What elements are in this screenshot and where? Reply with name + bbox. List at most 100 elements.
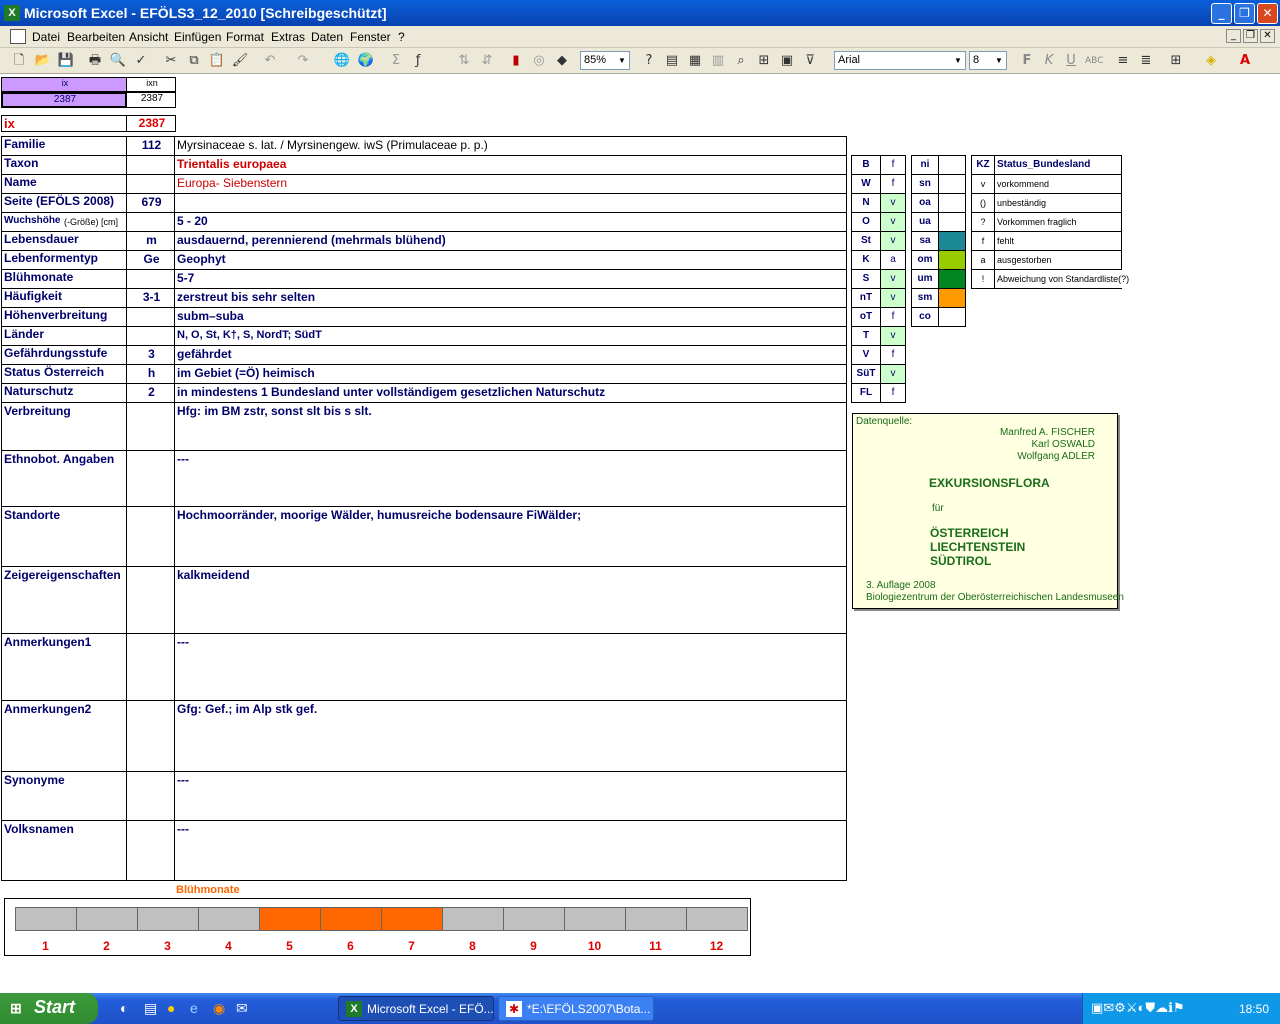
undo-icon[interactable]: ↶ bbox=[261, 52, 279, 70]
print-preview-icon[interactable]: 🔍 bbox=[109, 52, 127, 70]
field-label[interactable]: Blühmonate bbox=[1, 269, 127, 289]
restore-button[interactable]: ❐ bbox=[1234, 3, 1255, 24]
field-value[interactable]: 5-7 bbox=[174, 269, 847, 289]
field-label[interactable]: Häufigkeit bbox=[1, 288, 127, 308]
state-status[interactable]: f bbox=[880, 345, 906, 365]
spelling-icon[interactable]: ✓ bbox=[132, 52, 150, 70]
save-icon[interactable]: 💾 bbox=[57, 52, 75, 70]
field-label[interactable]: Synonyme bbox=[1, 771, 127, 821]
field-code[interactable]: 2 bbox=[126, 383, 175, 403]
field-code[interactable] bbox=[126, 326, 175, 346]
toolbar-icon-5[interactable]: ▣ bbox=[778, 52, 796, 70]
underline-icon[interactable]: U bbox=[1062, 52, 1080, 70]
function-icon[interactable]: ƒ bbox=[409, 52, 427, 70]
hyperlink-icon[interactable]: 🌐 bbox=[333, 52, 351, 70]
quicklaunch-icon-4[interactable]: ✉ bbox=[236, 1000, 248, 1017]
field-value[interactable]: kalkmeidend bbox=[174, 566, 847, 634]
state-status[interactable]: v bbox=[880, 288, 906, 308]
field-label[interactable]: Lebenformentyp bbox=[1, 250, 127, 270]
menu-daten[interactable]: Daten bbox=[311, 30, 343, 44]
zone-code[interactable]: um bbox=[911, 269, 939, 289]
field-code[interactable]: Ge bbox=[126, 250, 175, 270]
format-painter-icon[interactable]: 🖌 bbox=[231, 52, 249, 70]
doc-restore-button[interactable]: ❐ bbox=[1243, 29, 1258, 43]
state-code[interactable]: W bbox=[851, 174, 881, 194]
field-label[interactable]: Familie bbox=[1, 136, 127, 156]
field-value[interactable]: zerstreut bis sehr selten bbox=[174, 288, 847, 308]
font-select[interactable]: Arial ▼ bbox=[834, 51, 966, 70]
sort-asc-icon[interactable]: ⇅ bbox=[455, 52, 473, 70]
zone-color-swatch[interactable] bbox=[938, 174, 966, 194]
state-status[interactable]: v bbox=[880, 326, 906, 346]
field-code[interactable] bbox=[126, 155, 175, 175]
copy-icon[interactable]: ⧉ bbox=[185, 52, 203, 70]
zone-code[interactable]: om bbox=[911, 250, 939, 270]
field-label[interactable]: Höhenverbreitung bbox=[1, 307, 127, 327]
field-value[interactable]: subm–suba bbox=[174, 307, 847, 327]
field-label[interactable]: Anmerkungen2 bbox=[1, 700, 127, 772]
state-code[interactable]: K bbox=[851, 250, 881, 270]
quicklaunch-icon-2[interactable]: ▤ bbox=[144, 1000, 157, 1017]
field-label[interactable]: Wuchshöhe (-Größe) [cm] bbox=[1, 212, 127, 232]
state-status[interactable]: v bbox=[880, 212, 906, 232]
field-label[interactable]: Volksnamen bbox=[1, 820, 127, 881]
field-code[interactable] bbox=[126, 566, 175, 634]
ix-header[interactable]: ix bbox=[1, 77, 127, 92]
field-value[interactable]: --- bbox=[174, 771, 847, 821]
minimize-button[interactable]: _ bbox=[1211, 3, 1232, 24]
state-code[interactable]: St bbox=[851, 231, 881, 251]
field-value[interactable]: --- bbox=[174, 450, 847, 507]
italic-icon[interactable]: K bbox=[1040, 52, 1058, 70]
state-code[interactable]: N bbox=[851, 193, 881, 213]
font-size-select[interactable]: 8 ▼ bbox=[969, 51, 1007, 70]
field-code[interactable]: 679 bbox=[126, 193, 175, 213]
menu-fenster[interactable]: Fenster bbox=[350, 30, 391, 44]
field-label[interactable]: Seite (EFÖLS 2008) bbox=[1, 193, 127, 213]
zone-color-swatch[interactable] bbox=[938, 155, 966, 175]
ixn-header[interactable]: ixn bbox=[126, 77, 176, 92]
strikethrough-icon[interactable]: ABC bbox=[1085, 52, 1103, 70]
flowering-chart[interactable]: 1 2 3 4 5 6 7 8 9 10 11 12 bbox=[4, 898, 751, 956]
close-button[interactable]: ✕ bbox=[1257, 3, 1278, 24]
field-value[interactable]: Geophyt bbox=[174, 250, 847, 270]
zone-code[interactable]: sa bbox=[911, 231, 939, 251]
doc-close-button[interactable]: ✕ bbox=[1260, 29, 1275, 43]
new-icon[interactable]: 🗋 bbox=[10, 52, 28, 70]
menu-datei[interactable]: Datei bbox=[32, 30, 60, 44]
taskbar-excel[interactable]: X Microsoft Excel - EFÖ... bbox=[338, 996, 494, 1021]
toolbar-icon-2[interactable]: ▦ bbox=[686, 52, 704, 70]
quicklaunch-icon-3[interactable]: ● bbox=[167, 1000, 175, 1016]
field-label[interactable]: Ethnobot. Angaben bbox=[1, 450, 127, 507]
field-code[interactable] bbox=[126, 771, 175, 821]
state-code[interactable]: O bbox=[851, 212, 881, 232]
workbook-icon[interactable] bbox=[10, 29, 26, 44]
field-value[interactable]: 5 - 20 bbox=[174, 212, 847, 232]
redo-icon[interactable]: ↷ bbox=[294, 52, 312, 70]
print-icon[interactable]: 🖶 bbox=[86, 52, 104, 70]
open-icon[interactable]: 📂 bbox=[34, 52, 52, 70]
state-status[interactable]: v bbox=[880, 269, 906, 289]
field-value[interactable]: Hochmoorränder, moorige Wälder, humusrei… bbox=[174, 506, 847, 567]
zoom-select[interactable]: 85% ▼ bbox=[580, 51, 630, 70]
ixn-value-cell[interactable]: 2387 bbox=[126, 92, 176, 108]
field-value[interactable]: gefährdet bbox=[174, 345, 847, 365]
taskbar-file[interactable]: ✱ *E:\EFÖLS2007\Bota... bbox=[498, 996, 654, 1021]
field-code[interactable]: 3 bbox=[126, 345, 175, 365]
zone-code[interactable]: sn bbox=[911, 174, 939, 194]
state-code[interactable]: S bbox=[851, 269, 881, 289]
align-left-icon[interactable]: ≡ bbox=[1114, 52, 1132, 70]
field-value[interactable] bbox=[174, 193, 847, 213]
field-value[interactable]: ausdauernd, perennierend (mehrmals blühe… bbox=[174, 231, 847, 251]
menu-format[interactable]: Format bbox=[226, 30, 264, 44]
zone-code[interactable]: sm bbox=[911, 288, 939, 308]
field-code[interactable] bbox=[126, 450, 175, 507]
zone-color-swatch[interactable] bbox=[938, 269, 966, 289]
zone-color-swatch[interactable] bbox=[938, 193, 966, 213]
web-toolbar-icon[interactable]: 🌍 bbox=[357, 52, 375, 70]
menu-help[interactable]: ? bbox=[398, 30, 405, 44]
field-label[interactable]: Länder bbox=[1, 326, 127, 346]
state-status[interactable]: v bbox=[880, 231, 906, 251]
state-status[interactable]: v bbox=[880, 193, 906, 213]
zone-color-swatch[interactable] bbox=[938, 212, 966, 232]
align-center-icon[interactable]: ≣ bbox=[1137, 52, 1155, 70]
